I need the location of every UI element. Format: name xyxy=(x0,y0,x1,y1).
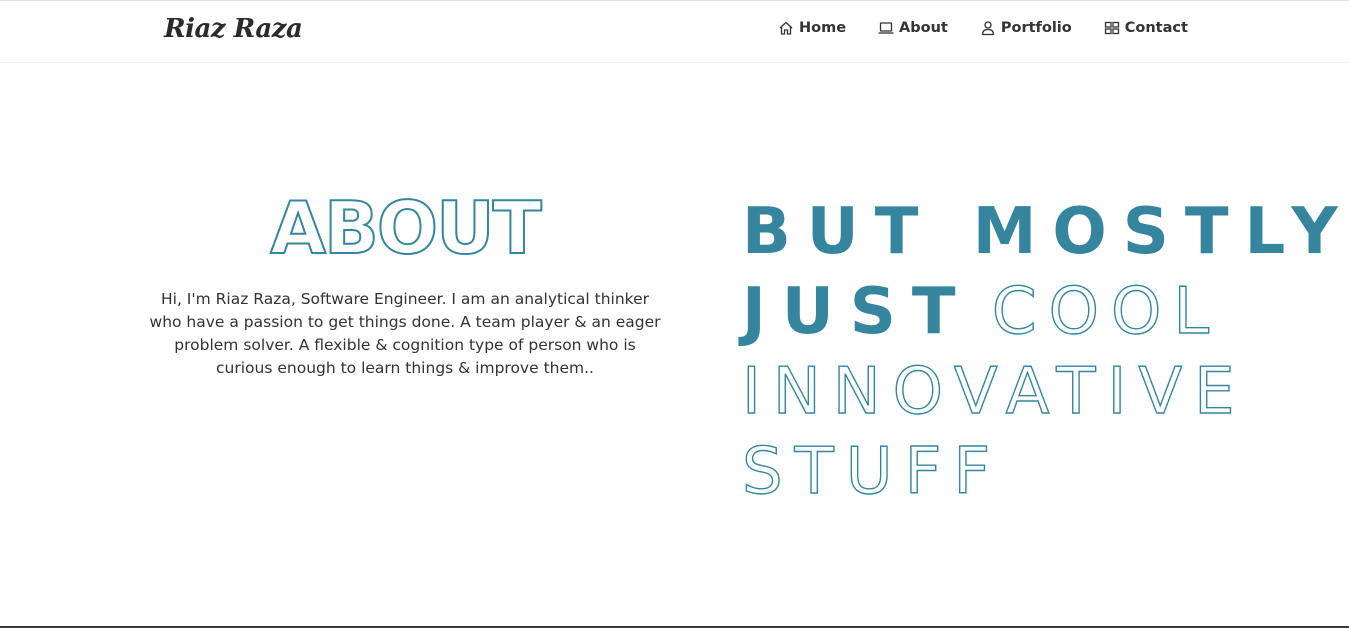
home-icon xyxy=(778,20,794,36)
nav-home-label: Home xyxy=(799,20,847,36)
tagline-line-1: BUT MOSTLY xyxy=(742,192,1342,272)
tagline-bold-text: BUT MOSTLY xyxy=(742,195,1349,269)
nav-home-link[interactable]: Home xyxy=(778,20,846,36)
tagline: BUT MOSTLY JUST COOL INNOVATIVE STUFF xyxy=(741,192,1342,512)
laptop-icon xyxy=(878,20,894,36)
tagline-thin-text: STUFF xyxy=(741,434,1003,509)
tagline-bold-text: JUST xyxy=(742,275,972,349)
nav-portfolio-link[interactable]: Portfolio xyxy=(980,20,1072,36)
tagline-thin-text: COOL xyxy=(991,274,1221,349)
tagline-thin-text: INNOVATIVE xyxy=(741,354,1247,429)
nav-contact-link[interactable]: Contact xyxy=(1104,20,1188,36)
main-nav: Home About Portfolio Contact xyxy=(778,20,1188,36)
nav-portfolio-label: Portfolio xyxy=(1000,20,1072,36)
nav-contact-label: Contact xyxy=(1124,20,1188,36)
tagline-line-2: JUST COOL xyxy=(742,272,1342,352)
navbar: Riaz Raza Home About Portfolio Contact xyxy=(0,1,1349,63)
nav-about-label: About xyxy=(899,20,948,36)
tagline-line-4: STUFF xyxy=(741,432,1342,512)
user-icon xyxy=(980,20,996,36)
tagline-line-3: INNOVATIVE xyxy=(741,352,1342,432)
grid-icon xyxy=(1104,20,1120,36)
about-description: Hi, I'm Riaz Raza, Software Engineer. I … xyxy=(149,290,661,377)
about-heading: ABOUT xyxy=(269,185,542,271)
brand-logo[interactable]: Riaz Raza xyxy=(164,14,303,44)
nav-about-link[interactable]: About xyxy=(878,20,948,36)
